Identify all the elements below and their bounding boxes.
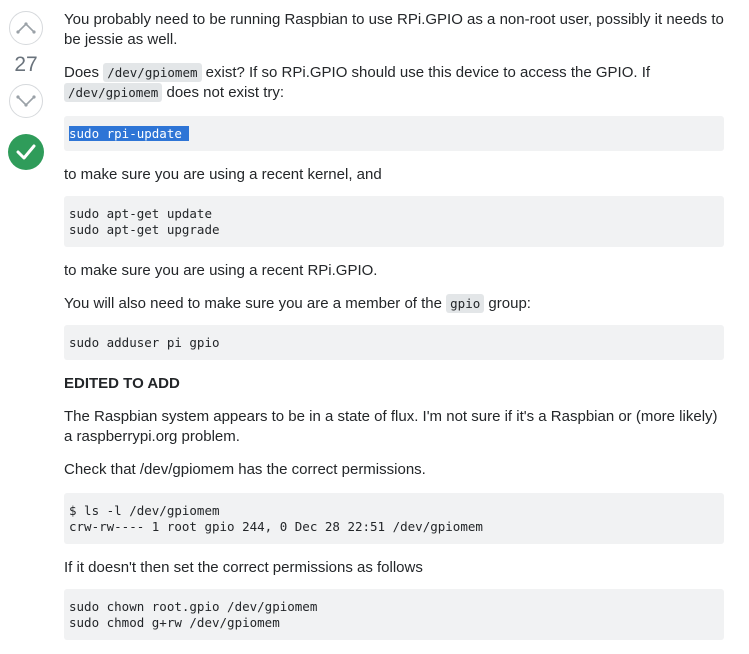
- text-segment: Does: [64, 64, 104, 81]
- selected-code-text[interactable]: sudo rpi-update: [69, 126, 190, 141]
- text-segment: You will also need to make sure you are …: [64, 295, 447, 312]
- text-segment: group:: [484, 295, 531, 312]
- checkmark-icon: [16, 144, 36, 160]
- paragraph-check-permissions: Check that /dev/gpiomem has the correct …: [64, 461, 426, 478]
- down-arrow-icon: [16, 95, 36, 107]
- code-block-apt-get[interactable]: sudo apt-get update sudo apt-get upgrade: [64, 196, 724, 247]
- inline-code-gpiomem: /dev/gpiomem: [103, 63, 202, 82]
- paragraph-flux: The Raspbian system appears to be in a s…: [64, 408, 718, 445]
- up-arrow-icon: [16, 22, 36, 34]
- paragraph-raspbian: You probably need to be running Raspbian…: [64, 11, 724, 48]
- code-block-adduser[interactable]: sudo adduser pi gpio: [64, 325, 724, 360]
- upvote-button[interactable]: [9, 11, 43, 45]
- paragraph-kernel: to make sure you are using a recent kern…: [64, 166, 382, 183]
- code-block-chown[interactable]: sudo chown root.gpio /dev/gpiomem sudo c…: [64, 589, 724, 640]
- code-block-ls[interactable]: $ ls -l /dev/gpiomem crw-rw---- 1 root g…: [64, 493, 724, 544]
- code-block-rpi-update[interactable]: sudo rpi-update: [64, 116, 724, 151]
- edited-heading: EDITED TO ADD: [64, 375, 180, 392]
- inline-code-gpio: gpio: [446, 294, 485, 313]
- answer-body: You probably need to be running Raspbian…: [64, 10, 724, 654]
- paragraph-member: You will also need to make sure you are …: [64, 294, 724, 314]
- text-segment: exist? If so RPi.GPIO should use this de…: [201, 64, 651, 81]
- paragraph-set-permissions: If it doesn't then set the correct permi…: [64, 559, 423, 576]
- paragraph-recent-gpio: to make sure you are using a recent RPi.…: [64, 262, 378, 279]
- accepted-answer-badge: [8, 134, 44, 170]
- vote-column: 27: [0, 0, 52, 170]
- vote-count: 27: [14, 53, 38, 76]
- paragraph-gpiomem: Does /dev/gpiomem exist? If so RPi.GPIO …: [64, 63, 724, 103]
- inline-code-gpiomem: /dev/gpiomem: [64, 83, 163, 102]
- text-segment: does not exist try:: [162, 84, 285, 101]
- downvote-button[interactable]: [9, 84, 43, 118]
